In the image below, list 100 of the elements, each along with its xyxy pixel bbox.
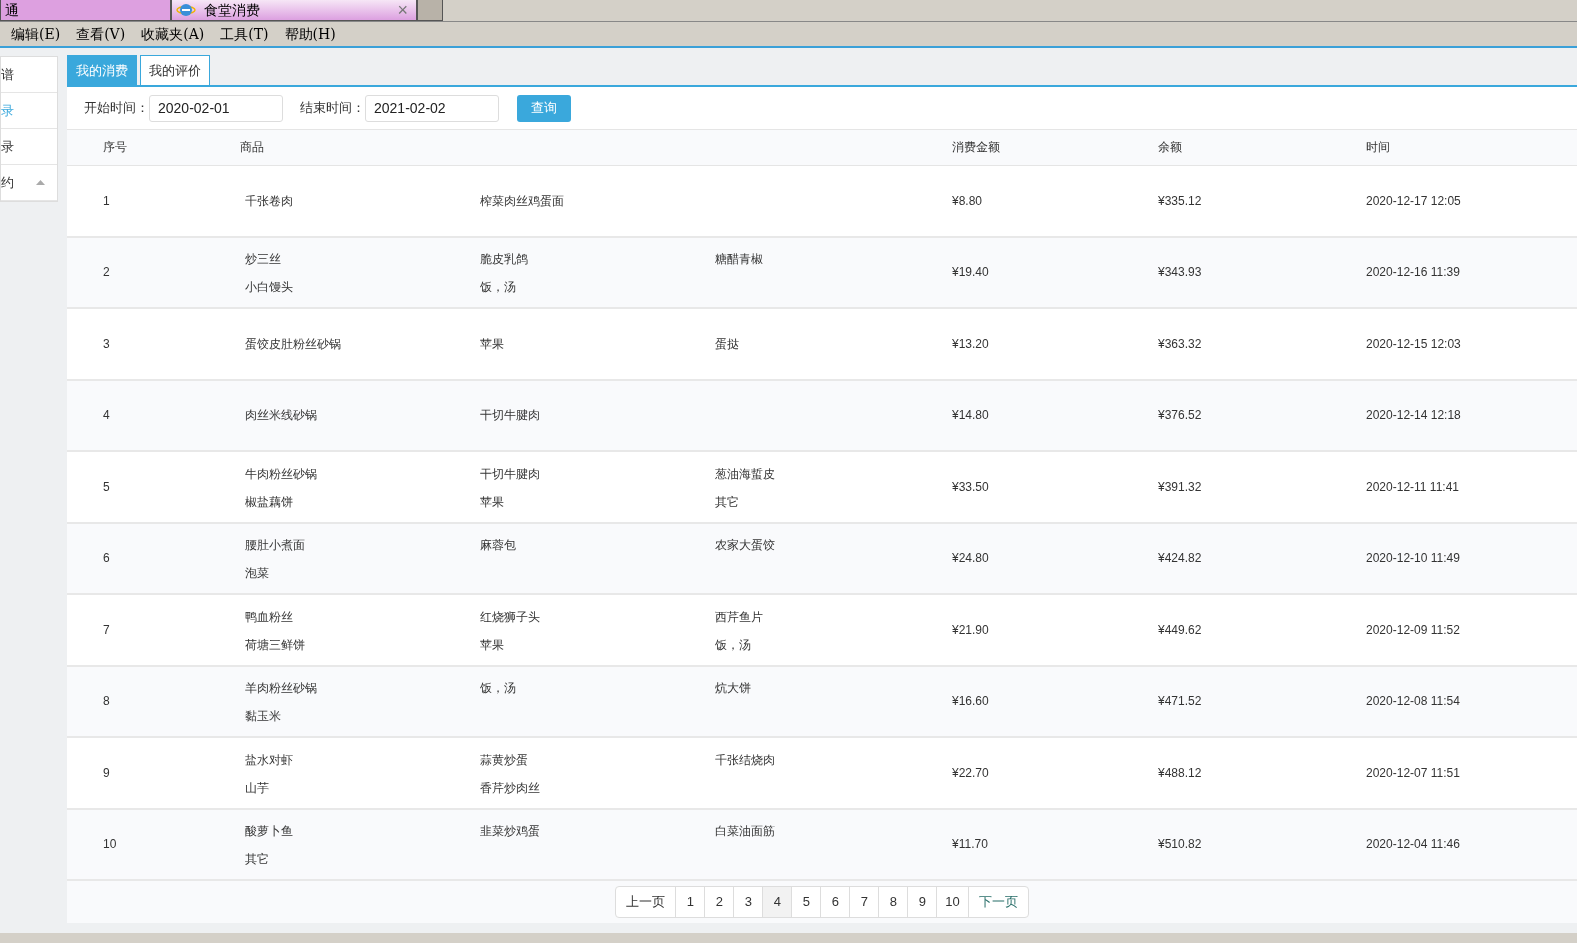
dish-name: 山芋 [245,779,270,797]
date-field[interactable]: 2021-02-02 [365,94,499,122]
field-label: 结束时间： [300,99,365,118]
dish-name: 白菜油面筋 [715,823,776,841]
table-cell: 2020-12-09 11:52 [1366,622,1460,637]
table-cell: ¥21.90 [952,622,989,637]
field-label: 开始时间： [84,99,149,118]
table-cell: ¥376.52 [1158,408,1202,423]
sidebar-item[interactable]: 谱 [1,57,57,93]
dish-name: 其它 [715,493,740,511]
dish-name: 榨菜肉丝鸡蛋面 [480,192,565,210]
table-cell: 2020-12-11 11:41 [1366,479,1459,494]
column-header: 余额 [1148,130,1357,165]
dish-name: 饭，汤 [480,680,517,698]
dish-name: 蒜黄炒蛋 [480,751,529,769]
table-cell: 8 [103,694,110,709]
dish-name: 羊肉粉丝砂锅 [245,680,318,698]
table-cell: 10 [103,837,117,852]
dish-name: 牛肉粉丝砂锅 [245,465,318,483]
table-cell: 4 [103,408,110,423]
menu-item[interactable]: 查看(V) [69,23,133,45]
new-tab-button[interactable] [417,0,443,21]
table-cell: 2020-12-08 11:54 [1366,694,1460,709]
table-cell: 5 [103,479,110,494]
column-header: 消费金额 [940,130,1148,165]
dish-name: 炒三丝 [245,251,282,269]
dish-name: 麻蓉包 [480,537,517,555]
dish-name: 香芹炒肉丝 [480,779,541,797]
table-cell: ¥13.20 [952,336,989,351]
menu-item[interactable]: 工具(T) [213,23,276,45]
column-header: 序号 [67,130,230,165]
table-cell: ¥19.40 [952,265,989,280]
dish-name: 西芹鱼片 [715,608,764,626]
dish-name: 饭，汤 [480,279,517,297]
table-cell: ¥391.32 [1158,479,1202,494]
browser-logo-icon [176,1,196,19]
dish-name: 其它 [245,851,270,869]
column-header: 商品 [230,130,940,165]
table-cell: 2020-12-14 12:18 [1366,408,1461,423]
browser-tab[interactable]: 通 [0,0,171,21]
dish-name: 糖醋青椒 [715,251,764,269]
page-button[interactable]: 4 [763,887,793,917]
table-cell: 9 [103,765,110,780]
table-cell: ¥33.50 [952,479,989,494]
caret-up-icon [36,180,45,185]
dish-name: 小白馒头 [245,279,294,297]
dish-name: 蛋挞 [715,335,740,353]
dish-name: 肉丝米线砂锅 [245,407,318,425]
dish-name: 黏玉米 [245,708,282,726]
table-cell: 2020-12-17 12:05 [1366,193,1461,208]
dish-name: 葱油海蜇皮 [715,465,776,483]
table-cell: ¥335.12 [1158,193,1202,208]
table-cell: ¥24.80 [952,551,989,566]
table-cell: ¥16.60 [952,694,989,709]
table-cell: 6 [103,551,110,566]
dish-name: 韭菜炒鸡蛋 [480,823,541,841]
table-cell: 3 [103,336,110,351]
date-field[interactable]: 2020-02-01 [149,94,283,122]
table-cell: 7 [103,622,110,637]
dish-name: 千张卷肉 [245,192,294,210]
table-cell: ¥8.80 [952,193,983,208]
dish-name: 苹果 [480,636,505,654]
table-cell: 1 [103,193,110,208]
table-cell: 2020-12-15 12:03 [1366,336,1461,351]
tab-title: 通 [5,0,20,20]
dish-name: 盐水对虾 [245,751,294,769]
table-cell: ¥22.70 [952,765,989,780]
table-cell: ¥11.70 [952,837,988,852]
table-cell: ¥14.80 [952,408,989,423]
dish-name: 酸萝卜鱼 [245,823,294,841]
menu-item[interactable]: 编辑(E) [4,23,68,45]
dish-name: 脆皮乳鸽 [480,251,529,269]
table-cell: 2020-12-10 11:49 [1366,551,1460,566]
table-cell: ¥363.32 [1158,336,1202,351]
dish-name: 饭，汤 [715,636,752,654]
dish-name: 椒盐藕饼 [245,493,294,511]
table-cell: ¥510.82 [1158,837,1202,852]
table-cell: 2020-12-16 11:39 [1366,265,1460,280]
dish-name: 千张结烧肉 [715,751,776,769]
browser-tab[interactable]: 食堂消费 × [171,0,417,21]
table-cell: ¥471.52 [1158,694,1202,709]
tab[interactable]: 我的评价 [140,55,210,85]
table-cell: 2020-12-04 11:46 [1366,837,1460,852]
dish-name: 苹果 [480,493,505,511]
sidebar-item[interactable]: 录 [1,129,57,165]
menu-item[interactable]: 收藏夹(A) [134,23,212,45]
table-cell: ¥488.12 [1158,765,1202,780]
menu-item[interactable]: 帮助(H) [277,23,343,45]
table-cell: ¥449.62 [1158,622,1202,637]
table-cell: ¥424.82 [1158,551,1202,566]
dish-name: 泡菜 [245,565,270,583]
dish-name: 蛋饺皮肚粉丝砂锅 [245,335,342,353]
dish-name: 干切牛腱肉 [480,407,541,425]
sidebar-item[interactable]: 约 [1,165,57,201]
next-page-button[interactable]: 下一页 [968,887,1028,917]
dish-name: 苹果 [480,335,505,353]
dish-name: 腰肚小煮面 [245,537,306,555]
table-cell: 2 [103,265,110,280]
dish-name: 鸭血粉丝 [245,608,294,626]
dish-name: 农家大蛋饺 [715,537,776,555]
